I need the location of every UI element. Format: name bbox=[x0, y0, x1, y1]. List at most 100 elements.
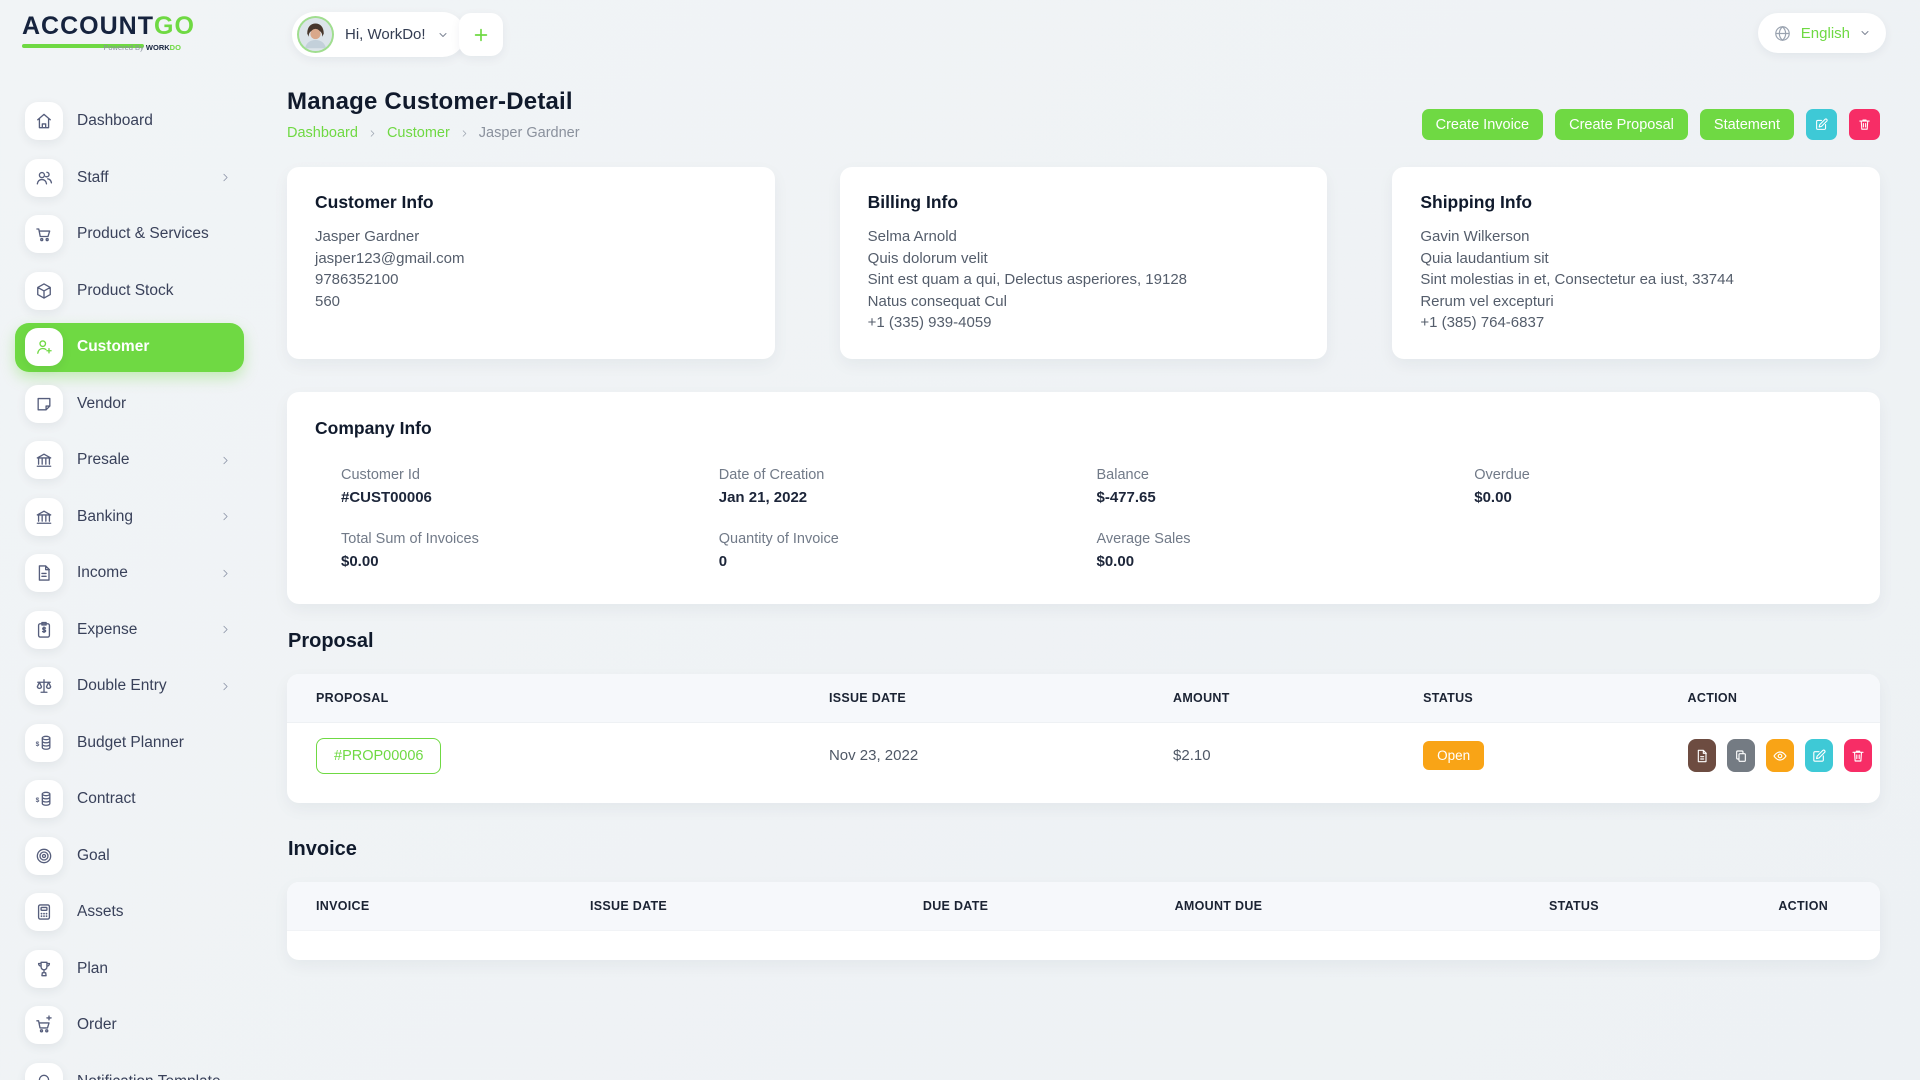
info-cards-row: Customer Info Jasper Gardner jasper123@gma… bbox=[287, 167, 1880, 359]
column-header-invoice: INVOICE bbox=[287, 881, 561, 931]
column-header-action: ACTION bbox=[1658, 673, 1880, 723]
sidebar-item-budget-planner[interactable]: $ Budget Planner bbox=[0, 715, 262, 772]
card-line: Quis dolorum velit bbox=[867, 249, 988, 267]
breadcrumb-customer[interactable]: Customer bbox=[387, 125, 450, 141]
breadcrumb-dashboard[interactable]: Dashboard bbox=[287, 125, 358, 141]
card-title: Customer Info bbox=[315, 192, 434, 212]
plus-icon bbox=[471, 25, 491, 45]
field-overdue: Overdue $0.00 bbox=[1474, 467, 1852, 506]
amount-cell: $2.10 bbox=[1144, 721, 1395, 789]
field-balance: Balance $-477.65 bbox=[1097, 467, 1475, 506]
eye-action-button[interactable] bbox=[1765, 739, 1794, 773]
user-menu[interactable]: Hi, WorkDo! bbox=[292, 12, 465, 57]
brand-logo[interactable]: ACCOUNTGO Powered By WORKDO bbox=[22, 12, 195, 52]
billing-info-card: Billing Info Selma Arnold Quis dolorum vel… bbox=[839, 167, 1328, 359]
field-label: Total Sum of Invoices bbox=[341, 530, 479, 547]
copy-action-button[interactable] bbox=[1726, 739, 1755, 773]
coins-dollar-icon: $ bbox=[25, 723, 63, 762]
card-title: Billing Info bbox=[867, 192, 959, 212]
cart-plus-icon bbox=[25, 1006, 63, 1045]
column-header-issue-date: ISSUE DATE bbox=[799, 673, 1145, 723]
field-label: Quantity of Invoice bbox=[718, 530, 839, 547]
sidebar-item-staff[interactable]: Staff bbox=[0, 150, 262, 207]
document-icon bbox=[25, 554, 63, 593]
company-info-card: Company Info Customer Id #CUST00006 Date … bbox=[287, 391, 1880, 604]
field-value: $-477.65 bbox=[1096, 488, 1156, 506]
sidebar-item-label: Product & Services bbox=[77, 225, 209, 243]
status-badge: Open bbox=[1423, 741, 1485, 771]
main-content: Manage Customer-Detail Dashboard Customer… bbox=[287, 88, 1880, 995]
invoice-empty-row bbox=[287, 929, 1880, 961]
breadcrumb: Dashboard Customer Jasper Gardner bbox=[287, 125, 580, 141]
chevron-right-icon bbox=[219, 623, 232, 636]
sidebar-item-vendor[interactable]: Vendor bbox=[0, 376, 262, 433]
field-label: Overdue bbox=[1474, 466, 1530, 483]
sidebar-item-order[interactable]: Order bbox=[0, 997, 262, 1054]
target-icon bbox=[25, 836, 63, 875]
sidebar-item-label: Plan bbox=[77, 959, 109, 977]
proposal-row: #PROP00006 Nov 23, 2022 $2.10 Open bbox=[287, 721, 1880, 789]
chevron-right-icon bbox=[219, 510, 232, 523]
field-value: 0 bbox=[718, 552, 728, 570]
calculator-icon bbox=[25, 893, 63, 932]
card-line: Sint est quam a qui, Delectus asperiores… bbox=[867, 271, 1188, 289]
statement-button[interactable]: Statement bbox=[1699, 109, 1794, 140]
field-label: Customer Id bbox=[341, 466, 420, 483]
sidebar-item-expense[interactable]: Expense bbox=[0, 602, 262, 659]
sidebar-nav: Dashboard Staff Product & Services Product … bbox=[0, 93, 262, 1080]
brand-name: ACCOUNT bbox=[22, 12, 154, 40]
field-label: Date of Creation bbox=[718, 466, 825, 483]
trash-button[interactable] bbox=[1849, 109, 1880, 140]
card-line: Rerum vel excepturi bbox=[1420, 292, 1554, 310]
sidebar-item-assets[interactable]: Assets bbox=[0, 884, 262, 941]
edit-action-button[interactable] bbox=[1804, 739, 1833, 773]
sidebar-item-label: Order bbox=[77, 1016, 117, 1034]
column-header-issue-date: ISSUE DATE bbox=[560, 881, 894, 931]
language-selector[interactable]: English bbox=[1757, 13, 1886, 53]
card-line: Jasper Gardner bbox=[315, 228, 420, 245]
sidebar-item-label: Goal bbox=[77, 846, 110, 864]
file-action-button[interactable] bbox=[1687, 739, 1716, 773]
brand-powered-by: Powered By WORKDO bbox=[103, 43, 181, 52]
sidebar-item-banking[interactable]: Banking bbox=[0, 489, 262, 546]
sidebar-item-dashboard[interactable]: Dashboard bbox=[0, 93, 262, 150]
proposal-number-link[interactable]: #PROP00006 bbox=[316, 737, 442, 774]
coins-dollar-icon: $ bbox=[25, 780, 63, 819]
add-button[interactable] bbox=[459, 13, 503, 56]
edit-button[interactable] bbox=[1806, 109, 1837, 140]
create-proposal-button[interactable]: Create Proposal bbox=[1555, 109, 1688, 140]
edit-icon bbox=[1814, 117, 1829, 132]
chevron-right-icon bbox=[219, 454, 232, 467]
create-invoice-button[interactable]: Create Invoice bbox=[1421, 109, 1544, 140]
field-value: $0.00 bbox=[1474, 488, 1512, 506]
breadcrumb-separator-icon bbox=[459, 128, 470, 139]
staff-icon bbox=[25, 158, 63, 197]
trash-action-button[interactable] bbox=[1843, 739, 1873, 773]
sidebar-item-label: Notification Template bbox=[77, 1073, 221, 1080]
card-line: 560 bbox=[315, 292, 341, 310]
chevron-right-icon bbox=[219, 680, 232, 693]
sidebar-item-double-entry[interactable]: Double Entry bbox=[0, 658, 262, 715]
invoice-section-title: Invoice bbox=[288, 837, 357, 860]
page-actions: Create Invoice Create Proposal Statement bbox=[1421, 109, 1880, 140]
sidebar-item-label: Expense bbox=[77, 620, 138, 638]
sidebar-item-product-stock[interactable]: Product Stock bbox=[0, 263, 262, 320]
sidebar-item-income[interactable]: Income bbox=[0, 545, 262, 602]
sidebar-item-label: Budget Planner bbox=[77, 733, 184, 751]
sidebar-item-product-services[interactable]: Product & Services bbox=[0, 206, 262, 263]
sidebar-item-goal[interactable]: Goal bbox=[0, 828, 262, 885]
sidebar-item-notification-template[interactable]: Notification Template bbox=[0, 1054, 262, 1080]
sidebar-item-label: Assets bbox=[77, 903, 124, 921]
chevron-down-icon bbox=[437, 29, 449, 41]
eye-icon bbox=[1772, 748, 1788, 764]
invoice-table: INVOICE ISSUE DATE DUE DATE AMOUNT DUE STATU… bbox=[287, 881, 1880, 961]
company-info-fields: Customer Id #CUST00006 Date of Creation J… bbox=[315, 467, 1852, 570]
sidebar-item-presale[interactable]: Presale bbox=[0, 432, 262, 489]
sidebar-item-label: Contract bbox=[77, 790, 136, 808]
home-icon bbox=[25, 102, 63, 141]
sidebar-item-contract[interactable]: $ Contract bbox=[0, 771, 262, 828]
field-value: Jan 21, 2022 bbox=[718, 488, 808, 506]
sidebar-item-customer[interactable]: Customer bbox=[0, 319, 262, 376]
column-header-action: ACTION bbox=[1749, 881, 1880, 931]
sidebar-item-plan[interactable]: Plan bbox=[0, 941, 262, 998]
